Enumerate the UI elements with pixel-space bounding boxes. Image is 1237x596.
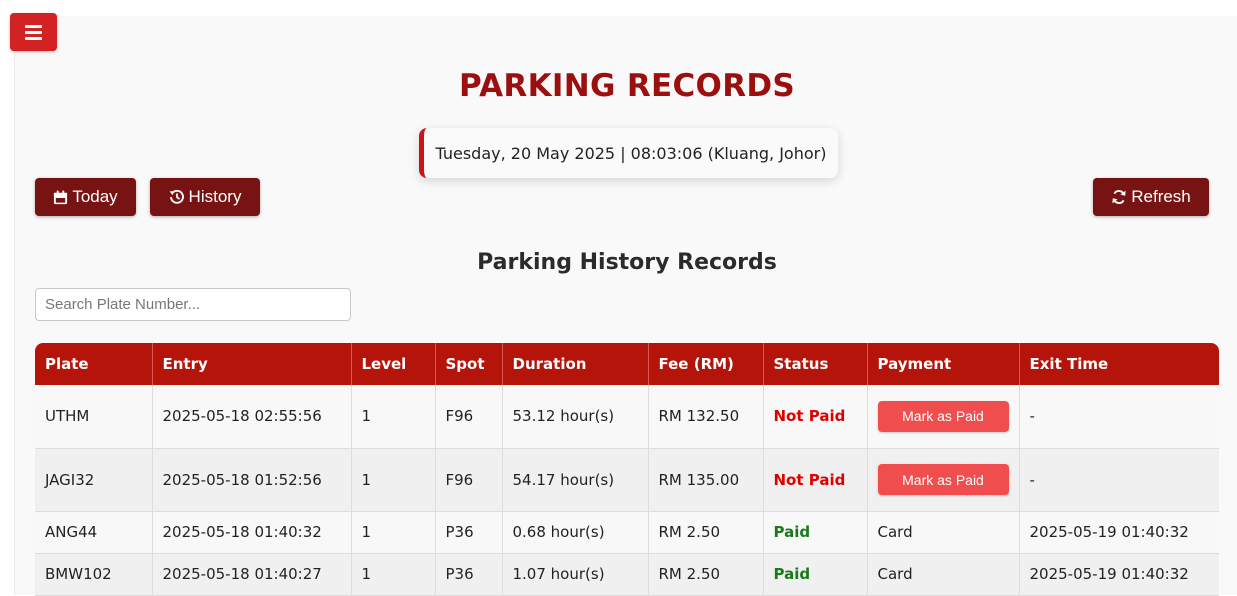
cell-plate: UTHM: [35, 385, 153, 449]
column-header-level: Level: [351, 343, 436, 385]
cell-fee: RM 2.50: [648, 553, 764, 596]
cell-spot: F96: [435, 448, 503, 512]
cell-entry: 2025-05-18 02:55:56: [152, 385, 352, 449]
cell-exit-time: -: [1019, 448, 1219, 512]
cell-payment: Card: [867, 511, 1020, 554]
column-header-plate: Plate: [35, 343, 153, 385]
cell-spot: F96: [435, 385, 503, 449]
cell-duration: 0.68 hour(s): [502, 511, 649, 554]
cell-duration: 54.17 hour(s): [502, 448, 649, 512]
cell-fee: RM 135.00: [648, 448, 764, 512]
column-header-payment: Payment: [867, 343, 1020, 385]
datetime-text: Tuesday, 20 May 2025 | 08:03:06 (Kluang,…: [435, 143, 827, 163]
refresh-button[interactable]: Refresh: [1093, 178, 1209, 216]
today-button[interactable]: Today: [35, 178, 136, 216]
history-button[interactable]: History: [150, 178, 260, 216]
history-icon: [169, 189, 185, 205]
section-title: Parking History Records: [477, 250, 777, 275]
hamburger-menu-icon: [25, 22, 42, 43]
refresh-icon: [1111, 189, 1127, 205]
cell-exit-time: 2025-05-19 01:40:32: [1019, 553, 1219, 596]
parking-records-table: Plate Entry Level Spot Duration Fee (RM)…: [35, 343, 1219, 596]
cell-payment: Card: [867, 553, 1020, 596]
cell-plate: ANG44: [35, 511, 153, 554]
status-not-paid: Not Paid: [763, 385, 868, 449]
status-not-paid: Not Paid: [763, 448, 868, 512]
search-plate-input[interactable]: [35, 288, 351, 321]
cell-duration: 1.07 hour(s): [502, 553, 649, 596]
cell-fee: RM 2.50: [648, 511, 764, 554]
menu-toggle-button[interactable]: [10, 13, 57, 51]
cell-plate: JAGI32: [35, 448, 153, 512]
cell-spot: P36: [435, 553, 503, 596]
cell-plate: BMW102: [35, 553, 153, 596]
column-header-entry: Entry: [152, 343, 352, 385]
cell-entry: 2025-05-18 01:40:32: [152, 511, 352, 554]
column-header-duration: Duration: [502, 343, 649, 385]
column-header-spot: Spot: [435, 343, 503, 385]
history-label: History: [188, 187, 242, 206]
table-row: ANG44 2025-05-18 01:40:32 1 P36 0.68 hou…: [35, 511, 1219, 554]
column-header-fee: Fee (RM): [648, 343, 764, 385]
column-header-status: Status: [763, 343, 868, 385]
table-row: BMW102 2025-05-18 01:40:27 1 P36 1.07 ho…: [35, 553, 1219, 596]
table-row: UTHM 2025-05-18 02:55:56 1 F96 53.12 hou…: [35, 385, 1219, 449]
cell-level: 1: [351, 385, 436, 449]
calendar-icon: [53, 189, 68, 205]
cell-duration: 53.12 hour(s): [502, 385, 649, 449]
page-title: PARKING RECORDS: [458, 68, 796, 104]
today-label: Today: [72, 187, 118, 206]
cell-exit-time: 2025-05-19 01:40:32: [1019, 511, 1219, 554]
status-paid: Paid: [763, 511, 868, 554]
cell-fee: RM 132.50: [648, 385, 764, 449]
cell-level: 1: [351, 553, 436, 596]
refresh-label: Refresh: [1131, 187, 1191, 206]
cell-spot: P36: [435, 511, 503, 554]
cell-exit-time: -: [1019, 385, 1219, 449]
status-paid: Paid: [763, 553, 868, 596]
cell-level: 1: [351, 448, 436, 512]
cell-level: 1: [351, 511, 436, 554]
mark-as-paid-button[interactable]: Mark as Paid: [877, 464, 1009, 495]
cell-payment: Mark as Paid: [867, 385, 1020, 449]
mark-as-paid-button[interactable]: Mark as Paid: [877, 400, 1009, 432]
column-header-exit-time: Exit Time: [1029, 355, 1109, 373]
table-header-row: Plate Entry Level Spot Duration Fee (RM)…: [35, 343, 1219, 385]
cell-payment: Mark as Paid: [867, 448, 1020, 512]
table-row: JAGI32 2025-05-18 01:52:56 1 F96 54.17 h…: [35, 448, 1219, 512]
cell-entry: 2025-05-18 01:52:56: [152, 448, 352, 512]
cell-entry: 2025-05-18 01:40:27: [152, 553, 352, 596]
datetime-display: Tuesday, 20 May 2025 | 08:03:06 (Kluang,…: [419, 128, 838, 178]
